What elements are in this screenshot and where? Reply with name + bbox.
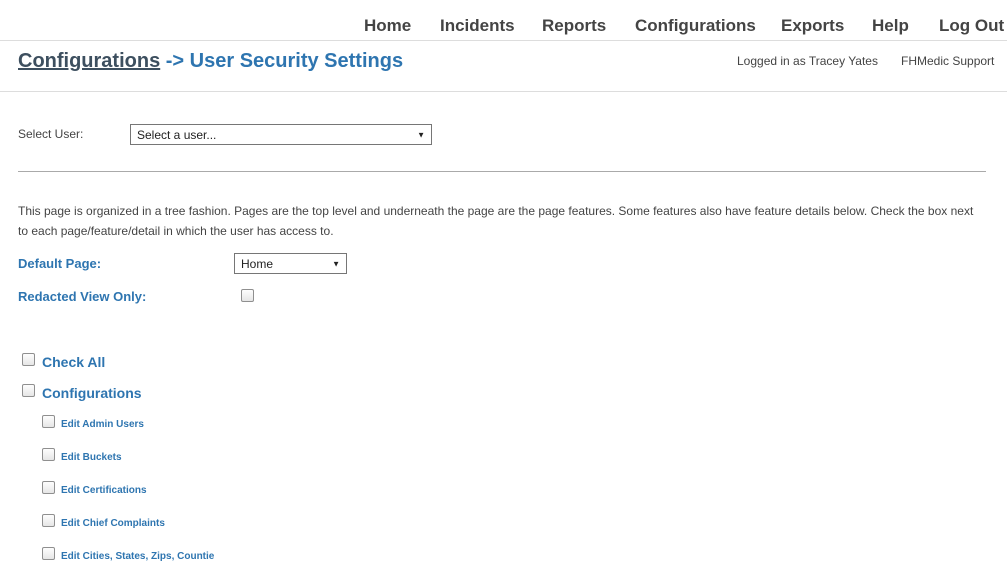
page-title-text: -> User Security Settings xyxy=(160,50,404,72)
feature-label[interactable]: Edit Chief Complaints xyxy=(61,518,165,529)
page-header: Configurations -> User Security Settings… xyxy=(0,40,1007,92)
nav-home[interactable]: Home xyxy=(364,16,411,36)
check-all-label[interactable]: Check All xyxy=(42,354,105,370)
redacted-view-label: Redacted View Only: xyxy=(18,289,147,304)
breadcrumb-configurations-link[interactable]: Configurations xyxy=(18,50,160,72)
nav-help[interactable]: Help xyxy=(872,16,909,36)
user-select-value: Select a user... xyxy=(137,127,217,142)
instructions-text: This page is organized in a tree fashion… xyxy=(18,204,974,238)
nav-incidents[interactable]: Incidents xyxy=(440,16,515,36)
default-page-select[interactable]: Home ▼ xyxy=(234,253,347,274)
feature-checkbox[interactable] xyxy=(42,448,55,461)
feature-label[interactable]: Edit Cities, States, Zips, Countie xyxy=(61,551,214,561)
support-link[interactable]: FHMedic Support xyxy=(901,54,994,68)
default-page-value: Home xyxy=(241,256,274,271)
nav-exports[interactable]: Exports xyxy=(781,16,844,36)
feature-checkbox[interactable] xyxy=(42,547,55,560)
feature-label[interactable]: Edit Buckets xyxy=(61,452,122,463)
select-user-label: Select User: xyxy=(18,127,84,141)
nav-logout[interactable]: Log Out xyxy=(939,16,1004,36)
feature-label[interactable]: Edit Certifications xyxy=(61,485,147,496)
feature-checkbox[interactable] xyxy=(42,481,55,494)
nav-configurations[interactable]: Configurations xyxy=(635,16,756,36)
configurations-checkbox[interactable] xyxy=(22,384,35,397)
feature-checkbox[interactable] xyxy=(42,514,55,527)
dropdown-arrow-icon: ▼ xyxy=(417,130,425,139)
divider xyxy=(18,171,986,172)
top-nav: Home Incidents Reports Configurations Ex… xyxy=(0,0,1007,41)
redacted-view-checkbox[interactable] xyxy=(241,289,254,302)
check-all-checkbox[interactable] xyxy=(22,353,35,366)
page-title: Configurations -> User Security Settings xyxy=(18,50,403,73)
user-select[interactable]: Select a user... ▼ xyxy=(130,124,432,145)
dropdown-arrow-icon: ▼ xyxy=(332,259,340,268)
default-page-label: Default Page: xyxy=(18,256,102,271)
nav-reports[interactable]: Reports xyxy=(542,16,606,36)
feature-checkbox[interactable] xyxy=(42,415,55,428)
feature-label[interactable]: Edit Admin Users xyxy=(61,419,144,430)
configurations-tree-label[interactable]: Configurations xyxy=(42,385,142,401)
logged-in-user: Logged in as Tracey Yates xyxy=(737,54,878,68)
